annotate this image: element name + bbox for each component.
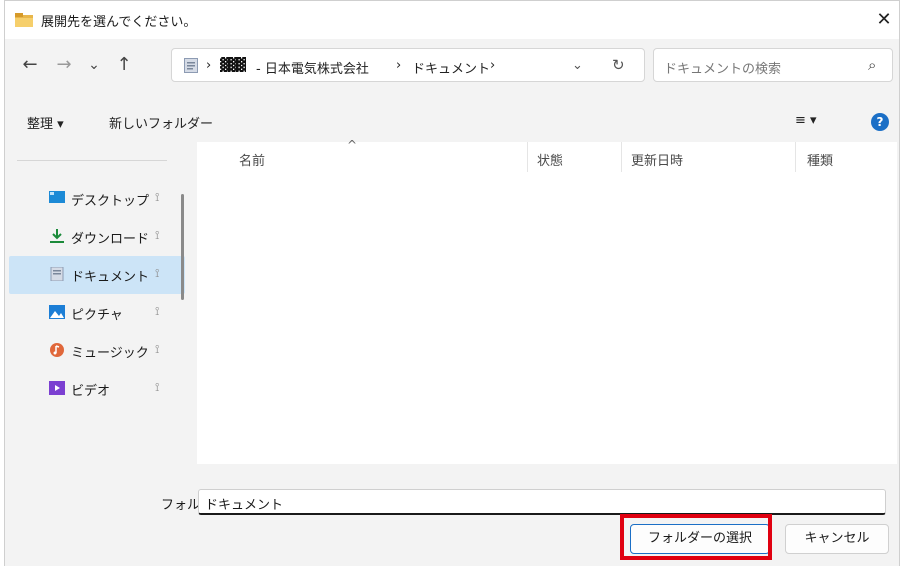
refresh-button[interactable]: ↻ — [612, 56, 625, 74]
back-button[interactable]: ← — [17, 51, 43, 79]
sidebar-item-label: ミュージック — [71, 346, 149, 361]
sidebar-item-videos[interactable]: ビデオ ⟟ — [9, 370, 185, 408]
window-title: 展開先を選んでください。 — [41, 15, 197, 30]
sidebar-item-desktop[interactable]: デスクトップ ⟟ — [9, 180, 185, 218]
cancel-button[interactable]: キャンセル — [785, 524, 889, 554]
pin-icon: ⟟ — [155, 266, 160, 280]
pin-icon: ⟟ — [155, 342, 160, 356]
organize-menu[interactable]: 整理 ▾ — [27, 113, 64, 132]
search-icon[interactable]: ⌕ — [868, 56, 876, 74]
navigation-pane: デスクトップ ⟟ ダウンロード ⟟ ドキュメント ⟟ ピクチャ ⟟ ミュージック… — [5, 142, 195, 464]
sidebar-item-label: ダウンロード — [71, 232, 150, 247]
sidebar-item-label: ビデオ — [71, 384, 111, 399]
pictures-icon — [49, 305, 65, 319]
help-icon[interactable]: ? — [871, 113, 889, 131]
desktop-icon — [49, 191, 65, 203]
column-header-status[interactable]: 状態 — [537, 150, 563, 169]
pin-icon: ⟟ — [155, 380, 160, 394]
breadcrumb-documents[interactable]: ドキュメント — [412, 58, 490, 77]
folder-picker-dialog: 展開先を選んでください。 ✕ ← → ⌄ ↑ › ▓▓▓ - 日本電気株式会社 … — [4, 0, 900, 566]
divider — [17, 160, 167, 161]
toolbar: 整理 ▾ 新しいフォルダー ≡ ▾ ? — [5, 101, 899, 141]
up-button[interactable]: ↑ — [111, 51, 137, 79]
breadcrumb-separator: › — [396, 58, 402, 73]
sort-indicator-icon: ^ — [347, 138, 358, 152]
sidebar-item-documents[interactable]: ドキュメント ⟟ — [9, 256, 185, 294]
file-list: ^ 名前 状態 更新日時 種類 — [197, 138, 897, 470]
documents-icon — [184, 58, 198, 73]
pin-icon: ⟟ — [155, 190, 160, 204]
address-dropdown-button[interactable]: ⌄ — [572, 58, 583, 73]
new-folder-button[interactable]: 新しいフォルダー — [109, 113, 213, 132]
videos-icon — [49, 381, 65, 395]
address-bar[interactable]: › ▓▓▓ - 日本電気株式会社 › ドキュメント › ⌄ ↻ — [171, 48, 645, 82]
breadcrumb-separator: › — [490, 58, 496, 73]
sidebar-item-label: ピクチャ — [71, 308, 123, 323]
breadcrumb-separator: › — [206, 58, 212, 73]
folder-name-input[interactable]: ドキュメント — [198, 489, 886, 515]
recent-locations-button[interactable]: ⌄ — [81, 51, 107, 79]
column-divider[interactable] — [527, 142, 528, 172]
pin-icon: ⟟ — [155, 228, 160, 242]
column-header-name[interactable]: 名前 — [239, 150, 265, 169]
sidebar-item-pictures[interactable]: ピクチャ ⟟ — [9, 294, 185, 332]
breadcrumb-company[interactable]: - 日本電気株式会社 — [256, 58, 369, 77]
breadcrumb-redacted[interactable]: ▓▓▓ — [220, 58, 246, 73]
music-icon — [50, 343, 64, 357]
documents-icon — [50, 267, 64, 281]
column-divider[interactable] — [795, 142, 796, 172]
search-input[interactable]: ドキュメントの検索 — [664, 58, 781, 77]
close-button[interactable]: ✕ — [869, 5, 899, 35]
sidebar-item-label: デスクトップ — [71, 194, 150, 209]
forward-button[interactable]: → — [51, 51, 77, 79]
column-header-modified[interactable]: 更新日時 — [631, 150, 683, 169]
download-icon — [50, 229, 64, 243]
sidebar-item-music[interactable]: ミュージック ⟟ — [9, 332, 185, 370]
sidebar-item-downloads[interactable]: ダウンロード ⟟ — [9, 218, 185, 256]
view-menu[interactable]: ≡ ▾ — [795, 113, 817, 128]
sidebar-item-label: ドキュメント — [71, 270, 150, 285]
search-box[interactable]: ドキュメントの検索 ⌕ — [653, 48, 893, 82]
column-header-type[interactable]: 種類 — [807, 150, 833, 169]
highlight-box — [620, 514, 772, 560]
column-divider[interactable] — [621, 142, 622, 172]
sidebar-scrollbar[interactable] — [181, 194, 184, 300]
pin-icon: ⟟ — [155, 304, 160, 318]
folder-icon — [15, 13, 33, 27]
title-bar: 展開先を選んでください。 ✕ — [5, 1, 899, 39]
